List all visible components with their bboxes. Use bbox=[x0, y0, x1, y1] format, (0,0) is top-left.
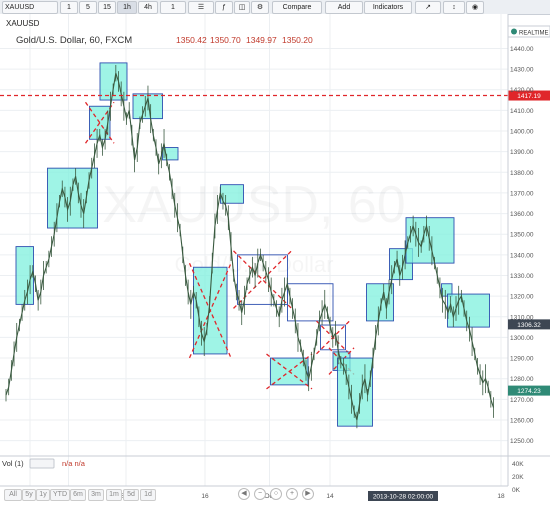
add-button[interactable]: Add bbox=[325, 1, 363, 14]
arrows-icon[interactable]: ↕ bbox=[443, 1, 465, 14]
ohlc-close: 1350.20 bbox=[282, 35, 313, 45]
chart[interactable]: XAUUSD, 60 Gold/U.S. Dollar 1417.19 1250… bbox=[0, 14, 550, 518]
reset-icon[interactable]: ○ bbox=[270, 488, 282, 500]
y-tick-label: 1350.00 bbox=[510, 232, 534, 239]
chart-style-button[interactable]: ☰ bbox=[188, 1, 214, 14]
y-tick-label: 1260.00 bbox=[510, 417, 534, 424]
y-tick-label: 1360.00 bbox=[510, 211, 534, 218]
range-5y[interactable]: 5y bbox=[22, 489, 36, 501]
chart-title: Gold/U.S. Dollar, 60, FXCM bbox=[16, 35, 132, 46]
price-badge-label: 1274.23 bbox=[517, 388, 541, 395]
range-6m[interactable]: 6m bbox=[70, 489, 86, 501]
volume-controls-icon bbox=[29, 458, 55, 469]
ohlc-low: 1349.97 bbox=[246, 35, 277, 45]
range-all[interactable]: All bbox=[4, 489, 22, 501]
ohlc-high: 1350.70 bbox=[210, 35, 241, 45]
interval-1m[interactable]: 1 bbox=[60, 1, 78, 14]
indicators-button[interactable]: Indicators bbox=[364, 1, 412, 14]
realtime-label: REALTIME bbox=[519, 31, 549, 37]
bulb-icon[interactable]: ◉ bbox=[466, 1, 484, 14]
y-tick-label: 1280.00 bbox=[510, 376, 534, 383]
watermark-symbol: XAUUSD, 60 bbox=[102, 176, 405, 234]
y-tick-label: 1300.00 bbox=[510, 335, 534, 342]
y-tick-label: 1380.00 bbox=[510, 170, 534, 177]
y-tick-label: 1410.00 bbox=[510, 108, 534, 115]
y-tick-label: 1400.00 bbox=[510, 129, 534, 136]
ohlc-open: 1350.42 bbox=[176, 35, 207, 45]
range-3m[interactable]: 3m bbox=[88, 489, 104, 501]
range-1m[interactable]: 1m bbox=[106, 489, 122, 501]
y-tick-label: 1440.00 bbox=[510, 46, 534, 53]
pattern-box bbox=[447, 293, 490, 328]
interval-15m[interactable]: 15 bbox=[98, 1, 116, 14]
price-badge-label: 1306.32 bbox=[517, 322, 541, 329]
interval-5m[interactable]: 5 bbox=[79, 1, 97, 14]
range-1y[interactable]: 1y bbox=[36, 489, 50, 501]
scroll-left-icon[interactable]: ◀ bbox=[238, 488, 250, 500]
volume-axis-label: 20K bbox=[512, 474, 524, 481]
volume-values: n/a n/a bbox=[62, 459, 86, 468]
y-tick-label: 1390.00 bbox=[510, 149, 534, 156]
interval-dropdown[interactable]: 1 bbox=[160, 1, 186, 14]
fx-button[interactable]: ƒ bbox=[215, 1, 233, 14]
toolbar: XAUUSD 1 5 15 1h 4h 1 ☰ ƒ ◫ ⚙ Compare Ad… bbox=[0, 0, 550, 15]
candles-icon[interactable]: ◫ bbox=[234, 1, 250, 14]
interval-1h[interactable]: 1h bbox=[117, 1, 137, 14]
y-tick-label: 1430.00 bbox=[510, 67, 534, 74]
price-axis[interactable]: 1250.00 1260.00 1270.00 1280.00 1290.00 1300.… bbox=[507, 14, 550, 486]
realtime-dot-icon bbox=[511, 28, 517, 35]
y-tick-label: 1320.00 bbox=[510, 294, 534, 301]
range-1d[interactable]: 1d bbox=[140, 489, 156, 501]
volume-axis-label: 40K bbox=[512, 461, 524, 468]
drawing-tools-icon[interactable]: ↗ bbox=[415, 1, 441, 14]
y-tick-label: 1290.00 bbox=[510, 356, 534, 363]
y-tick-label: 1420.00 bbox=[510, 87, 534, 94]
zoom-in-icon[interactable]: + bbox=[286, 488, 298, 500]
gear-icon[interactable]: ⚙ bbox=[251, 1, 269, 14]
y-tick-label: 1340.00 bbox=[510, 252, 534, 259]
y-tick-label: 1370.00 bbox=[510, 190, 534, 197]
symbol-input[interactable]: XAUUSD bbox=[2, 1, 58, 14]
y-tick-label: 1270.00 bbox=[510, 397, 534, 404]
pattern-box bbox=[220, 184, 244, 204]
symbol-label: XAUUSD bbox=[6, 19, 40, 28]
range-ytd[interactable]: YTD bbox=[50, 489, 70, 501]
y-tick-label: 1330.00 bbox=[510, 273, 534, 280]
scroll-right-icon[interactable]: ▶ bbox=[302, 488, 314, 500]
compare-button[interactable]: Compare bbox=[272, 1, 322, 14]
interval-4h[interactable]: 4h bbox=[138, 1, 158, 14]
y-tick-label: 1250.00 bbox=[510, 438, 534, 445]
zoom-out-icon[interactable]: − bbox=[254, 488, 266, 500]
volume-label: Vol (1) bbox=[2, 459, 24, 468]
range-5d[interactable]: 5d bbox=[123, 489, 139, 501]
